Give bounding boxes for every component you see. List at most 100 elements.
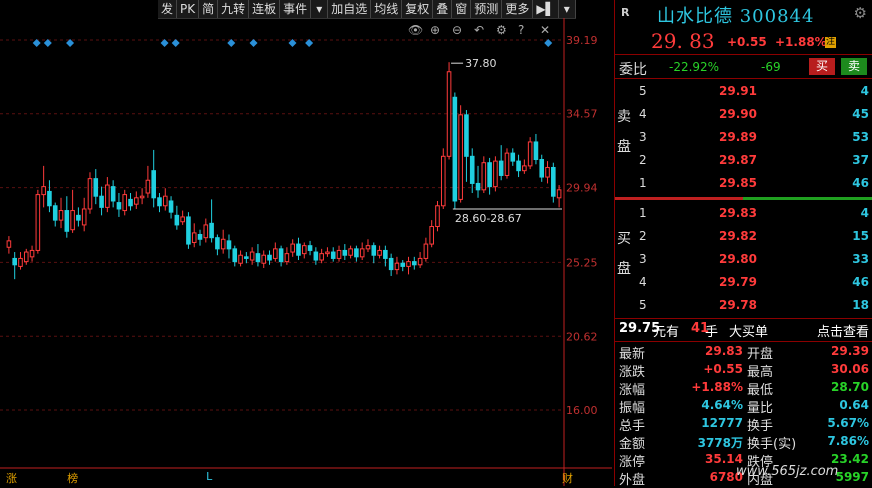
bid-row[interactable]: 1 29.83 4: [635, 204, 871, 222]
candle-body: [23, 251, 29, 263]
candle-body: [162, 195, 168, 207]
buy-button[interactable]: 买: [809, 58, 835, 75]
y-tick-label: 29.94: [566, 182, 598, 195]
bid-level: 4: [639, 275, 647, 289]
candle-body: [261, 254, 267, 264]
ask-price: 29.90: [719, 107, 757, 121]
bid-row[interactable]: 5 29.78 18: [635, 296, 871, 314]
candle-body: [191, 232, 197, 243]
stat-value: 3778万: [697, 436, 743, 450]
candle-body: [134, 197, 139, 205]
candle-body: [220, 238, 226, 250]
stat-value: 30.06: [831, 362, 869, 376]
event-label-strip: 涨榜L财: [0, 468, 612, 486]
ask-volume: 4: [860, 84, 869, 98]
candle-body: [128, 198, 133, 207]
big-order-row[interactable]: 29.75 元有 41 手 大买单 点击查看: [615, 318, 872, 342]
ask-level: 1: [639, 176, 647, 190]
stat-value: 29.39: [831, 344, 869, 358]
bid-level: 1: [639, 206, 647, 220]
stat-row: 振幅 4.64% 量比 0.64: [615, 396, 872, 416]
minus-circle-icon[interactable]: ⊖: [452, 23, 462, 37]
candle-body: [249, 251, 255, 261]
ask-book: 卖盘 5 29.91 4 4 29.90 45 3 29.89 53 2 29.87 37 1 29.85…: [615, 80, 872, 196]
candle-body: [545, 166, 550, 178]
ask-row[interactable]: 1 29.85 46: [635, 174, 871, 192]
event-diamond-icon: [544, 39, 553, 47]
event-label[interactable]: 涨: [6, 470, 17, 486]
event-label[interactable]: L: [206, 470, 212, 483]
candle-body: [209, 222, 214, 239]
ask-row[interactable]: 4 29.90 45: [635, 105, 871, 123]
high-annotation: 37.80: [465, 57, 497, 70]
bid-ask-divider: [615, 197, 872, 200]
bid-price: 29.82: [719, 229, 757, 243]
stock-name: 山水比德: [657, 6, 733, 27]
stat-row: 金额 3778万 换手(实) 7.86%: [615, 432, 872, 452]
help-icon[interactable]: ?: [518, 23, 524, 37]
candle-body: [215, 237, 220, 250]
candle-body: [116, 202, 122, 210]
ask-price: 29.89: [719, 130, 757, 144]
candle-body: [232, 248, 238, 263]
stat-value: 6780: [709, 470, 743, 484]
bid-row[interactable]: 4 29.79 46: [635, 273, 871, 291]
settings-icon[interactable]: ⚙: [496, 23, 507, 37]
stock-name-code[interactable]: 山水比德 300844: [657, 2, 814, 28]
ask-level: 3: [639, 130, 647, 144]
bid-row[interactable]: 2 29.82 15: [635, 227, 871, 245]
stat-value: 28.70: [831, 380, 869, 394]
ask-side-label: 卖盘: [617, 108, 633, 156]
event-label[interactable]: 财: [562, 470, 573, 486]
ask-side-char: 盘: [617, 139, 631, 155]
eye-icon[interactable]: 👁: [408, 23, 423, 37]
candle-body: [18, 257, 23, 267]
bid-row[interactable]: 3 29.80 33: [635, 250, 871, 268]
candle-body: [105, 184, 110, 208]
close-icon[interactable]: ✕: [540, 23, 550, 37]
stat-row: 涨幅 +1.88% 最低 28.70: [615, 378, 872, 398]
candle-body: [244, 256, 249, 259]
sell-button[interactable]: 卖: [841, 58, 867, 75]
candle-body: [330, 251, 336, 259]
price-change-pct: +1.88%: [775, 35, 827, 49]
stat-value: 12777: [701, 416, 743, 430]
candle-body: [510, 152, 516, 162]
y-tick-label: 20.62: [566, 330, 598, 343]
candle-body: [400, 262, 406, 267]
bid-book: 买盘 1 29.83 4 2 29.82 15 3 29.80 33 4 29.79 46 5 29.78…: [615, 202, 872, 318]
candle-body: [122, 194, 128, 212]
event-label[interactable]: 榜: [67, 470, 78, 486]
candle-body: [452, 96, 458, 202]
gear-icon[interactable]: ⚙: [854, 4, 867, 22]
candle-body: [516, 160, 521, 172]
candle-body: [498, 160, 504, 176]
candle-body: [394, 262, 400, 271]
price-row: 29. 83 +0.55 +1.88% 注: [615, 28, 872, 55]
candle-body: [58, 210, 64, 221]
rong-badge: R: [621, 6, 630, 19]
stat-label: 外盘: [619, 473, 646, 488]
ask-row[interactable]: 2 29.87 37: [635, 151, 871, 169]
candle-body: [197, 233, 203, 240]
candle-body: [412, 261, 417, 266]
candle-body: [6, 240, 12, 248]
candle-body: [313, 251, 319, 261]
candle-body: [284, 253, 290, 263]
bid-volume: 18: [852, 298, 869, 312]
order-ratio-row: 委比 -22.92% -69 买 卖: [615, 56, 872, 79]
big-order-view-link[interactable]: 点击查看: [817, 321, 869, 340]
ask-row[interactable]: 5 29.91 4: [635, 82, 871, 100]
ask-row[interactable]: 3 29.89 53: [635, 128, 871, 146]
candle-body: [383, 249, 388, 259]
candle-body: [168, 200, 174, 213]
stat-row: 最新 29.83 开盘 29.39: [615, 342, 872, 362]
candle-body: [342, 249, 348, 256]
y-tick-label: 25.25: [566, 256, 598, 269]
candle-body: [371, 245, 377, 256]
undo-icon[interactable]: ↶: [474, 23, 484, 37]
plus-circle-icon[interactable]: ⊕: [430, 23, 440, 37]
candle-body: [406, 261, 411, 267]
candle-body: [475, 182, 481, 191]
kline-chart[interactable]: 39.19 34.57 29.94 25.25 20.62 16.00 37.80 28.60…: [0, 0, 612, 486]
